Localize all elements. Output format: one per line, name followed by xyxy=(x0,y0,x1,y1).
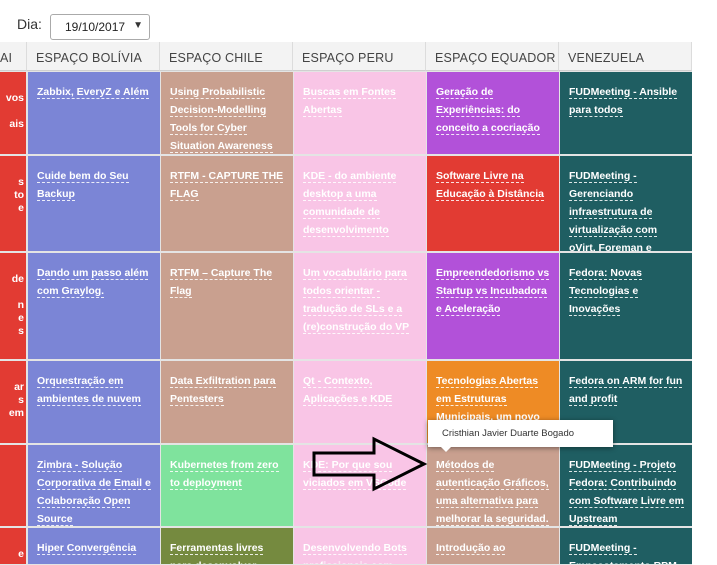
session-card[interactable]: Orquestração em ambientes de nuvem xyxy=(28,361,160,443)
session-card[interactable]: Data Exfiltration para Pentesters xyxy=(161,361,293,443)
session-title-link[interactable]: Hiper Convergência xyxy=(37,542,137,555)
session-title-fragment: s xyxy=(18,325,24,337)
session-title-fragment: em xyxy=(8,407,24,419)
session-title-link[interactable]: FUDMeeting - Gerenciando infraestrutura … xyxy=(569,170,658,251)
session-card[interactable]: Using Probabilistic Decision-Modelling T… xyxy=(161,72,293,154)
session-card[interactable]: FUDMeeting - Gerenciando infraestrutura … xyxy=(560,156,692,251)
session-title-link[interactable]: Ferramentas livres para desenvolver xyxy=(170,542,264,564)
filter-bar: Dia: 19/10/2017 ▼ xyxy=(0,0,717,43)
session-card[interactable]: Métodos de autenticação Gráficos, uma al… xyxy=(427,445,559,526)
session-title-fragment: ar xyxy=(14,381,24,393)
session-title-fragment: vos xyxy=(5,92,24,104)
session-card[interactable]: Cuide bem do Seu Backup xyxy=(28,156,160,251)
session-card[interactable]: Introdução ao xyxy=(427,528,559,564)
column-header: ESPAÇO BOLÍVIA xyxy=(27,42,160,71)
session-card[interactable]: Software Livre na Educação à Distância xyxy=(427,156,559,251)
session-title-fragment: s xyxy=(18,394,24,406)
session-card[interactable]: RTFM - CAPTURE THE FLAG xyxy=(161,156,293,251)
session-title-link[interactable]: Fedora: Novas Tecnologias e Inovações xyxy=(569,267,642,316)
session-card-partial[interactable]: de n e s xyxy=(0,253,26,359)
session-card[interactable]: Dando um passo além com Graylog. xyxy=(28,253,160,359)
session-title-fragment: - xyxy=(18,561,25,564)
chevron-down-icon: ▼ xyxy=(133,20,143,31)
session-title-link[interactable]: FUDMeeting - Ansible para todos xyxy=(569,86,678,117)
session-title-fragment: e xyxy=(18,312,24,324)
session-title-link[interactable]: Fedora on ARM for fun and profit xyxy=(569,375,683,406)
session-title-link[interactable]: FUDMeeting - Projeto Fedora: Contribuind… xyxy=(569,459,684,526)
session-title-link[interactable]: Zabbix, EveryZ e Além xyxy=(37,86,149,99)
speaker-name: Cristhian Javier Duarte Bogado xyxy=(442,428,575,439)
session-card-partial[interactable] xyxy=(0,445,26,526)
session-title-fragment: e xyxy=(18,548,24,560)
session-card[interactable]: Buscas em Fontes Abertas xyxy=(294,72,426,154)
session-card[interactable]: RTFM – Capture The Flag xyxy=(161,253,293,359)
session-card[interactable]: KDE - do ambiente desktop a uma comunida… xyxy=(294,156,426,251)
session-title-fragment: to xyxy=(14,189,24,201)
session-title-fragment: n xyxy=(17,299,24,311)
session-title-link[interactable]: Métodos de autenticação Gráficos, uma al… xyxy=(436,459,549,526)
session-card-partial[interactable]: ar s em xyxy=(0,361,26,443)
session-card[interactable]: Qt - Contexto, Aplicações e KDE xyxy=(294,361,426,443)
session-title-fragment: ais xyxy=(9,118,24,130)
session-title-fragment: s xyxy=(18,176,24,188)
session-title-fragment: e xyxy=(18,202,24,214)
session-card[interactable]: FUDMeeting - Ansible para todos xyxy=(560,72,692,154)
speaker-tooltip: Cristhian Javier Duarte Bogado xyxy=(428,420,613,447)
session-title-fragment xyxy=(12,286,24,299)
session-card[interactable]: Ferramentas livres para desenvolver xyxy=(161,528,293,564)
session-card[interactable]: Geração de Experiências: do conceito a c… xyxy=(427,72,559,154)
session-title-link[interactable]: Geração de Experiências: do conceito a c… xyxy=(436,86,540,135)
session-title-link[interactable]: Orquestração em ambientes de nuvem xyxy=(37,375,141,406)
session-title-link[interactable]: RTFM - CAPTURE THE FLAG xyxy=(170,170,284,201)
date-select-value: 19/10/2017 xyxy=(65,20,126,34)
session-title-link[interactable]: Using Probabilistic Decision-Modelling T… xyxy=(170,86,273,153)
session-card[interactable]: Kubernetes from zero to deployment xyxy=(161,445,293,526)
session-title-link[interactable]: Um vocabulário para todos orientar - tra… xyxy=(303,267,410,334)
session-card[interactable]: Hiper Convergência xyxy=(28,528,160,564)
session-title-link[interactable]: Introdução ao xyxy=(436,542,506,555)
session-card[interactable]: Empreendedorismo vs Startup vs Incubador… xyxy=(427,253,559,359)
session-title-link[interactable]: Software Livre na Educação à Distância xyxy=(436,170,544,201)
tooltip-pointer xyxy=(440,446,452,452)
column-header: ESPAÇO CHILE xyxy=(160,42,293,71)
session-card[interactable]: FUDMeeting - Empacotamento RPM xyxy=(560,528,692,564)
session-title-link[interactable]: KDE - do ambiente desktop a uma comunida… xyxy=(303,170,397,237)
column-header: ESPAÇO EQUADOR xyxy=(426,42,559,71)
session-card[interactable]: Zimbra - Solução Corporativa de Email e … xyxy=(28,445,160,526)
arrow-right-icon xyxy=(312,436,428,492)
column-header: AI xyxy=(0,42,27,71)
session-title-link[interactable]: RTFM – Capture The Flag xyxy=(170,267,273,298)
session-card-partial[interactable]: e- xyxy=(0,528,26,564)
session-title-link[interactable]: Zimbra - Solução Corporativa de Email e … xyxy=(37,459,151,526)
session-title-link[interactable]: Data Exfiltration para Pentesters xyxy=(170,375,276,406)
session-title-link[interactable]: Kubernetes from zero to deployment xyxy=(170,459,279,490)
session-title-fragment: de xyxy=(11,273,24,285)
session-card[interactable]: Um vocabulário para todos orientar - tra… xyxy=(294,253,426,359)
session-title-link[interactable]: Qt - Contexto, Aplicações e KDE xyxy=(303,375,393,406)
column-header: ESPAÇO PERU xyxy=(293,42,426,71)
session-card[interactable]: FUDMeeting - Projeto Fedora: Contribuind… xyxy=(560,445,692,526)
session-card[interactable]: Zabbix, EveryZ e Além xyxy=(28,72,160,154)
column-header: VENEZUELA xyxy=(559,42,692,71)
session-card-partial[interactable]: s to e xyxy=(0,156,26,251)
session-card-partial[interactable]: vos ais xyxy=(0,72,26,154)
session-title-link[interactable]: Empreendedorismo vs Startup vs Incubador… xyxy=(436,267,550,316)
session-title-link[interactable]: Dando um passo além com Graylog. xyxy=(37,267,149,298)
blank-area xyxy=(692,42,717,565)
session-card[interactable]: Fedora: Novas Tecnologias e Inovações xyxy=(560,253,692,359)
session-title-link[interactable]: Buscas em Fontes Abertas xyxy=(303,86,396,117)
session-title-link[interactable]: FUDMeeting - Empacotamento RPM xyxy=(569,542,677,564)
date-select[interactable]: 19/10/2017 ▼ xyxy=(50,14,150,40)
session-title-fragment xyxy=(6,105,24,118)
session-title-link[interactable]: Desenvolvendo Bots profissionais com xyxy=(303,542,407,564)
day-label: Dia: xyxy=(17,16,42,32)
session-card[interactable]: Desenvolvendo Bots profissionais com xyxy=(294,528,426,564)
session-title-link[interactable]: Cuide bem do Seu Backup xyxy=(37,170,129,201)
